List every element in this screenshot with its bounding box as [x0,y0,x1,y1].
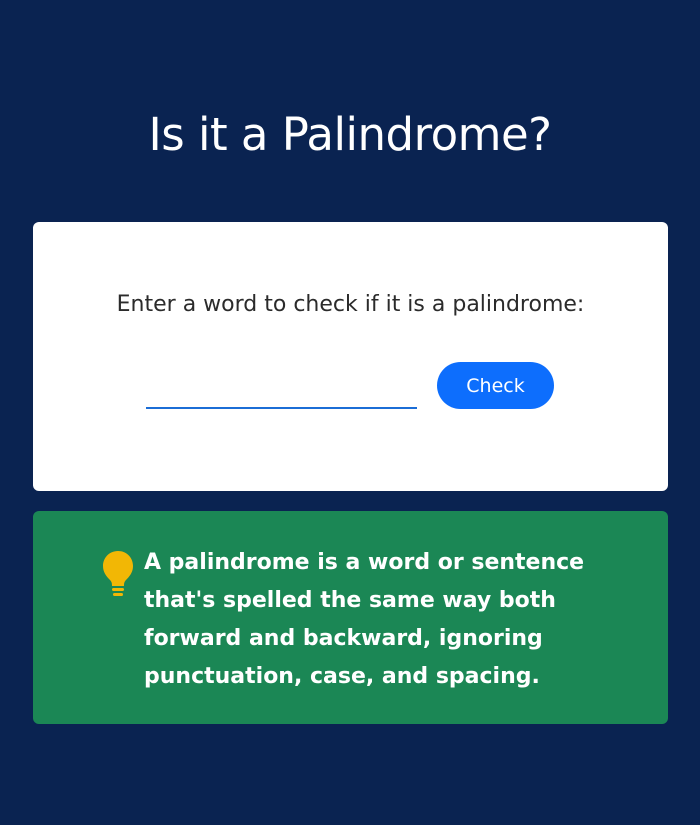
page-title: Is it a Palindrome? [148,108,552,161]
checker-prompt: Enter a word to check if it is a palindr… [116,292,585,317]
lightbulb-icon [102,549,134,597]
info-text: A palindrome is a word or sentence that'… [144,550,585,689]
checker-card: Enter a word to check if it is a palindr… [33,222,668,491]
info-box: A palindrome is a word or sentence that'… [33,511,668,724]
check-button[interactable]: Check [437,362,554,409]
word-input[interactable] [146,377,417,409]
